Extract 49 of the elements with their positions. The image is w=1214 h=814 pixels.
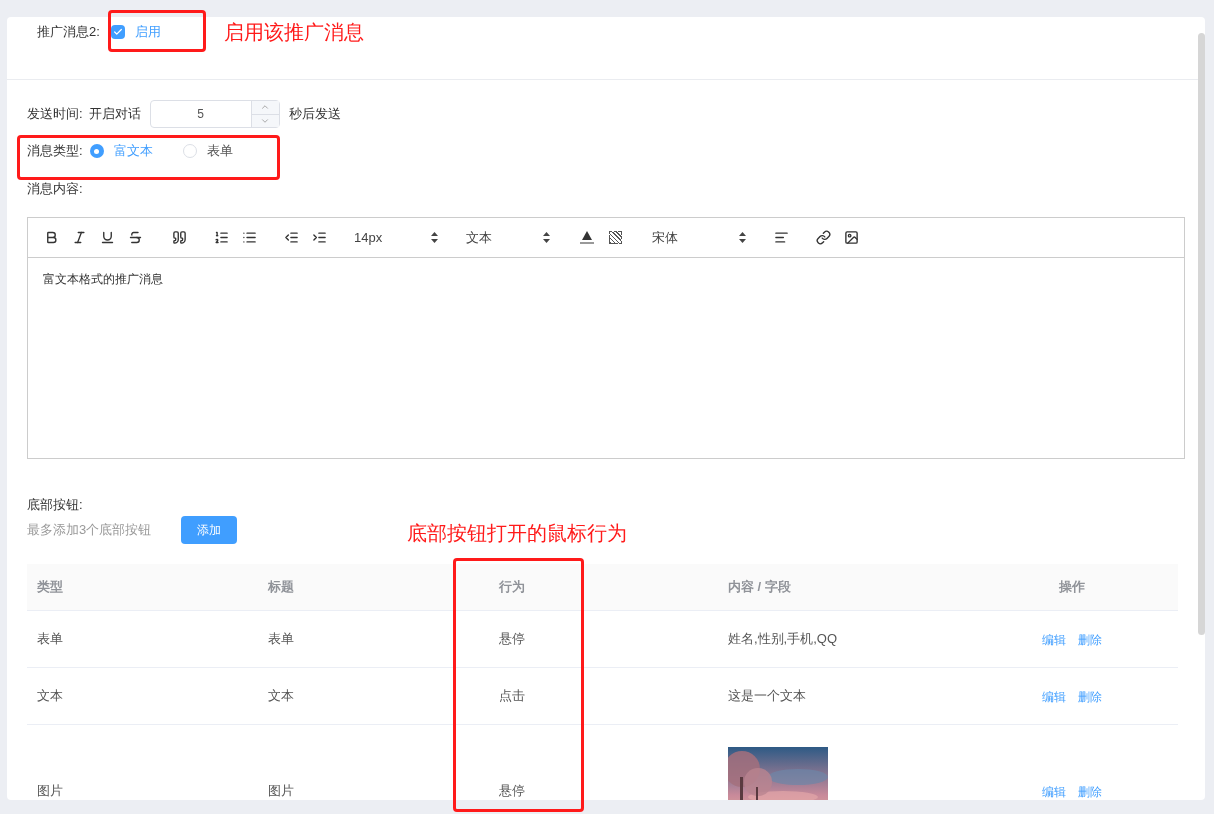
field-label: 底部按钮:	[27, 496, 83, 514]
table-link[interactable]: 编辑	[1042, 782, 1066, 800]
table-cell: 文本	[268, 688, 294, 704]
sort-icon	[543, 232, 550, 243]
field-label: 发送时间:	[27, 105, 83, 124]
sort-icon	[431, 232, 438, 243]
table-cell: 文本	[37, 688, 63, 704]
table-cell: 图片	[37, 782, 63, 798]
table-cell-text: 点击	[499, 687, 525, 706]
editor-text[interactable]: 富文本格式的推广消息	[28, 258, 163, 288]
column-header: 行为	[499, 578, 525, 597]
table-cell: 这是一个文本	[728, 688, 806, 704]
table-link[interactable]: 删除	[1078, 631, 1102, 649]
table-cell: 表单	[37, 631, 63, 647]
font-size-select[interactable]: 14px	[354, 227, 438, 248]
suffix-text: 秒后发送	[288, 105, 341, 124]
sort-icon	[739, 232, 746, 243]
quote-icon[interactable]	[170, 228, 188, 247]
table-cell: 姓名,性别,手机,QQ	[728, 631, 838, 647]
table-cell: 图片	[268, 782, 294, 798]
table-cell-text: 悬停	[499, 630, 525, 649]
field-label: 推广消息2:	[37, 23, 100, 41]
image-icon[interactable]	[842, 228, 860, 247]
add-button[interactable]: 添加	[181, 516, 237, 544]
prefix-text: 开启对话	[88, 105, 141, 124]
scrollbar[interactable]	[1198, 33, 1205, 635]
table-link[interactable]: 删除	[1078, 688, 1102, 706]
check-icon	[112, 27, 123, 37]
annotation-text: 底部按钮打开的鼠标行为	[407, 521, 627, 546]
enable-checkbox[interactable]: 启用	[110, 23, 161, 41]
column-header: 操作	[1059, 578, 1085, 597]
annotation-text: 启用该推广消息	[224, 20, 364, 45]
table-link[interactable]: 编辑	[1042, 631, 1066, 649]
link-icon[interactable]	[814, 228, 832, 247]
font-family-select[interactable]: 宋体	[652, 227, 746, 248]
table-cell-text: 悬停	[499, 781, 525, 800]
column-header: 类型	[37, 579, 63, 595]
radio-option[interactable]: 富文本	[89, 141, 153, 161]
table-link[interactable]: 编辑	[1042, 688, 1066, 706]
table-link[interactable]: 删除	[1078, 782, 1102, 800]
hint-text: 最多添加3个底部按钮	[27, 521, 153, 540]
column-header: 标题	[268, 579, 294, 595]
radio-option[interactable]: 表单	[182, 141, 233, 161]
highlight-icon[interactable]	[606, 228, 624, 247]
column-header: 内容 / 字段	[728, 579, 791, 595]
field-label: 消息类型:	[27, 142, 83, 161]
block-type-select[interactable]: 文本	[466, 227, 550, 248]
table-cell: 表单	[268, 631, 294, 647]
field-label: 消息内容:	[27, 180, 83, 198]
